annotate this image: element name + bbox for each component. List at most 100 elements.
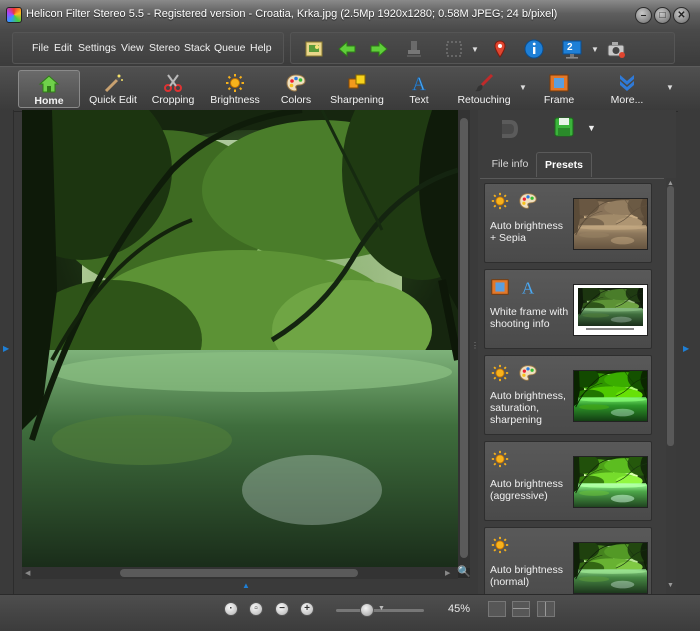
- menu-stereo[interactable]: Stereo: [149, 42, 180, 54]
- image-vertical-scroll-thumb[interactable]: [460, 118, 468, 558]
- more-dropdown-icon[interactable]: ▼: [666, 83, 674, 92]
- ribbon: Home Quick Edit Cropping Brightness Colo…: [0, 66, 700, 112]
- menu-file[interactable]: File: [32, 42, 49, 54]
- navigator-zoom-icon[interactable]: 🔍: [457, 565, 471, 578]
- tab-retouching-label: Retouching: [457, 94, 511, 106]
- save-dropdown-icon[interactable]: ▼: [587, 123, 596, 133]
- tab-sharpening[interactable]: Sharpening: [328, 70, 386, 108]
- forward-arrow-icon[interactable]: [368, 38, 390, 60]
- preset-thumbnail: [573, 370, 648, 422]
- preset-item[interactable]: Auto brightness (normal): [484, 527, 652, 595]
- left-collapse-strip: ▶: [0, 110, 14, 594]
- menu-help[interactable]: Help: [250, 42, 272, 54]
- save-icon[interactable]: [553, 116, 575, 138]
- selection-icon[interactable]: [443, 38, 465, 60]
- tab-home[interactable]: Home: [18, 70, 80, 108]
- tab-text[interactable]: A Text: [396, 70, 442, 108]
- preset-item[interactable]: Auto brightness, saturation, sharpening: [484, 355, 652, 435]
- tab-quick-edit[interactable]: Quick Edit: [84, 70, 142, 108]
- app-logo-icon: [6, 7, 22, 23]
- selection-dropdown-icon[interactable]: ▼: [471, 45, 479, 54]
- magic-wand-icon: [104, 74, 123, 93]
- tab-cropping-label: Cropping: [151, 94, 195, 106]
- window-title: Helicon Filter Stereo 5.5 - Registered v…: [26, 8, 558, 20]
- expand-right-icon[interactable]: ▶: [683, 344, 689, 353]
- right-collapse-strip: ▶: [678, 110, 700, 594]
- panel-nav-icon[interactable]: [498, 116, 522, 142]
- tab-file-info[interactable]: File info: [484, 152, 536, 177]
- menu-view[interactable]: View: [121, 42, 144, 54]
- tab-quick-edit-label: Quick Edit: [89, 94, 137, 106]
- zoom-out-icon[interactable]: −: [275, 602, 289, 616]
- tab-colors[interactable]: Colors: [272, 70, 320, 108]
- zoom-in-icon[interactable]: +: [300, 602, 314, 616]
- maximize-button[interactable]: □: [654, 7, 671, 24]
- menu-settings[interactable]: Settings: [78, 42, 116, 54]
- menu-queue[interactable]: Queue: [214, 42, 246, 54]
- tab-cropping[interactable]: Cropping: [146, 70, 200, 108]
- location-pin-icon[interactable]: [489, 38, 511, 60]
- tab-presets[interactable]: Presets: [536, 152, 592, 177]
- tab-text-label: Text: [409, 94, 429, 106]
- panel-tabs: File info Presets: [480, 148, 676, 178]
- tab-frame-label: Frame: [543, 94, 575, 106]
- stereo-dropdown-icon[interactable]: ▼: [591, 45, 599, 54]
- presets-scroll-up-icon[interactable]: ▲: [667, 180, 674, 187]
- scroll-left-icon[interactable]: ◀: [25, 569, 30, 577]
- preset-thumbnail: [573, 456, 648, 508]
- presets-scroll-down-icon[interactable]: ▼: [667, 582, 674, 589]
- more-chevron-icon: [620, 75, 634, 91]
- tab-more[interactable]: More...: [598, 70, 656, 108]
- menu-bar: File Edit Settings View Stereo Stack Que…: [12, 32, 284, 64]
- single-layout-icon[interactable]: [488, 601, 506, 617]
- palette-icon: [519, 365, 537, 381]
- palette-icon: [519, 193, 537, 209]
- preset-label: Auto brightness + Sepia: [490, 220, 563, 244]
- expand-bottom-icon[interactable]: ▲: [242, 581, 250, 590]
- horizontal-split-icon[interactable]: [512, 601, 530, 617]
- info-icon[interactable]: [523, 38, 545, 60]
- preset-label: Auto brightness, saturation, sharpening: [490, 390, 566, 426]
- back-arrow-icon[interactable]: [336, 38, 358, 60]
- fit-window-icon[interactable]: ▫: [249, 602, 263, 616]
- text-icon: A: [412, 74, 427, 93]
- tab-brightness[interactable]: Brightness: [206, 70, 264, 108]
- retouching-dropdown-icon[interactable]: ▼: [519, 83, 527, 92]
- stamp-icon[interactable]: [403, 38, 425, 60]
- sun-icon: [491, 450, 509, 468]
- preset-item[interactable]: Auto brightness + Sepia: [484, 183, 652, 263]
- tab-retouching[interactable]: Retouching: [452, 70, 516, 108]
- preset-thumbnail: [573, 284, 648, 336]
- zoom-slider-knob[interactable]: [359, 603, 374, 617]
- tab-frame[interactable]: Frame: [534, 70, 584, 108]
- preset-thumbnail: [573, 542, 648, 594]
- preset-item[interactable]: Auto brightness (aggressive): [484, 441, 652, 521]
- text-icon: A: [522, 278, 535, 297]
- sharpening-icon: [348, 74, 366, 89]
- tab-more-label: More...: [610, 94, 644, 106]
- expand-left-icon[interactable]: ▶: [3, 344, 9, 353]
- palette-icon: [286, 74, 306, 92]
- main-photo[interactable]: [22, 110, 458, 567]
- open-file-icon[interactable]: [303, 38, 325, 60]
- menu-edit[interactable]: Edit: [54, 42, 72, 54]
- presets-scroll-thumb[interactable]: [667, 186, 674, 446]
- vertical-split-icon[interactable]: [537, 601, 555, 617]
- fit-1to1-icon[interactable]: ·: [224, 602, 238, 616]
- preset-label: Auto brightness (aggressive): [490, 478, 563, 502]
- scroll-right-icon[interactable]: ▶: [445, 569, 450, 577]
- camera-icon[interactable]: [605, 38, 627, 60]
- preset-item[interactable]: A White frame with shooting info: [484, 269, 652, 349]
- stereo-badge: 2: [567, 42, 573, 53]
- panel-splitter[interactable]: ⋮: [470, 110, 479, 594]
- image-horizontal-scroll-thumb[interactable]: [120, 569, 358, 577]
- tab-sharpening-label: Sharpening: [330, 94, 384, 106]
- quick-toolbar: ▼ 2 ▼: [290, 32, 675, 64]
- svg-text:A: A: [522, 278, 535, 297]
- close-button[interactable]: ✕: [673, 7, 690, 24]
- menu-stack[interactable]: Stack: [184, 42, 210, 54]
- scissors-icon: [164, 74, 182, 92]
- home-icon: [38, 75, 60, 93]
- presets-list: Auto brightness + Sepia A White frame wi…: [480, 178, 664, 595]
- minimize-button[interactable]: –: [635, 7, 652, 24]
